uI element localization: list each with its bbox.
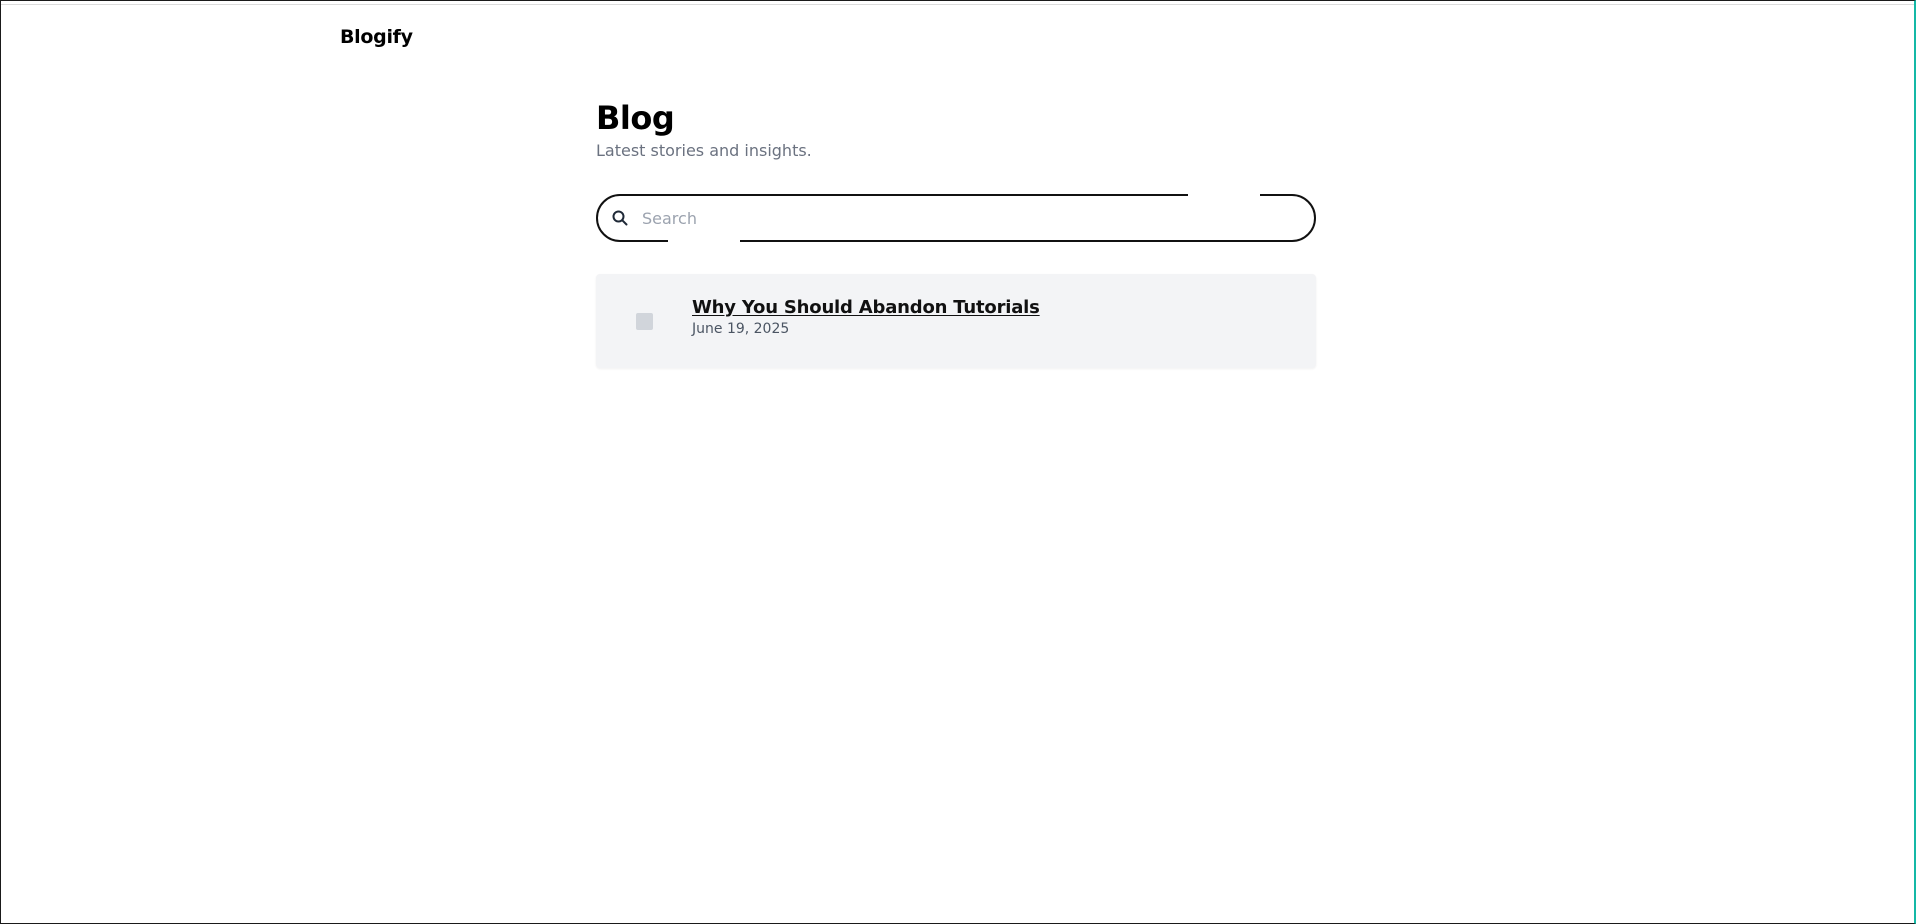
search-bar — [596, 193, 1316, 243]
post-text: Why You Should Abandon Tutorials June 19… — [692, 296, 1040, 338]
brand-logo-text[interactable]: Blogify — [340, 26, 413, 48]
search-input[interactable] — [642, 198, 1314, 238]
page-title: Blog — [596, 99, 675, 137]
search-border-gap-bottom — [668, 239, 740, 243]
search-border-gap-top — [1188, 193, 1260, 197]
search-icon — [612, 210, 628, 226]
post-title-link[interactable]: Why You Should Abandon Tutorials — [692, 296, 1040, 320]
post-card[interactable]: Why You Should Abandon Tutorials June 19… — [596, 274, 1316, 368]
main-content: Blog Latest stories and insights. Why Yo… — [596, 98, 1316, 368]
post-thumbnail — [636, 312, 653, 330]
post-date: June 19, 2025 — [692, 321, 790, 337]
page-subtitle: Latest stories and insights. — [596, 141, 812, 160]
